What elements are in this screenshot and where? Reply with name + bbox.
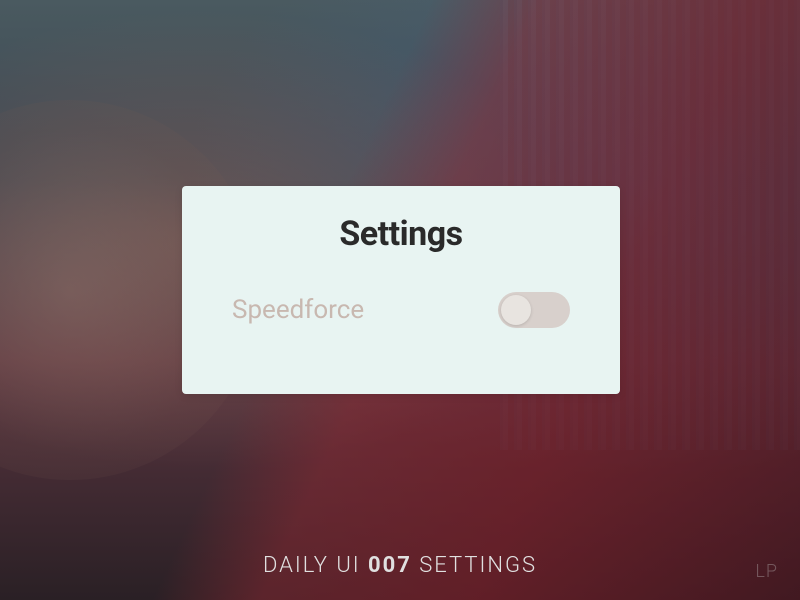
settings-title: Settings <box>222 214 580 254</box>
toggle-knob <box>501 295 531 325</box>
speedforce-label: Speedforce <box>232 295 364 325</box>
setting-row: Speedforce <box>222 292 580 328</box>
footer-prefix: DAILY UI <box>263 553 368 578</box>
footer-number: 007 <box>368 553 412 578</box>
footer-suffix: SETTINGS <box>412 553 537 578</box>
speedforce-toggle[interactable] <box>498 292 570 328</box>
footer-caption: DAILY UI 007 SETTINGS <box>0 553 800 578</box>
settings-card: Settings Speedforce <box>182 186 620 394</box>
watermark: LP <box>755 561 778 582</box>
